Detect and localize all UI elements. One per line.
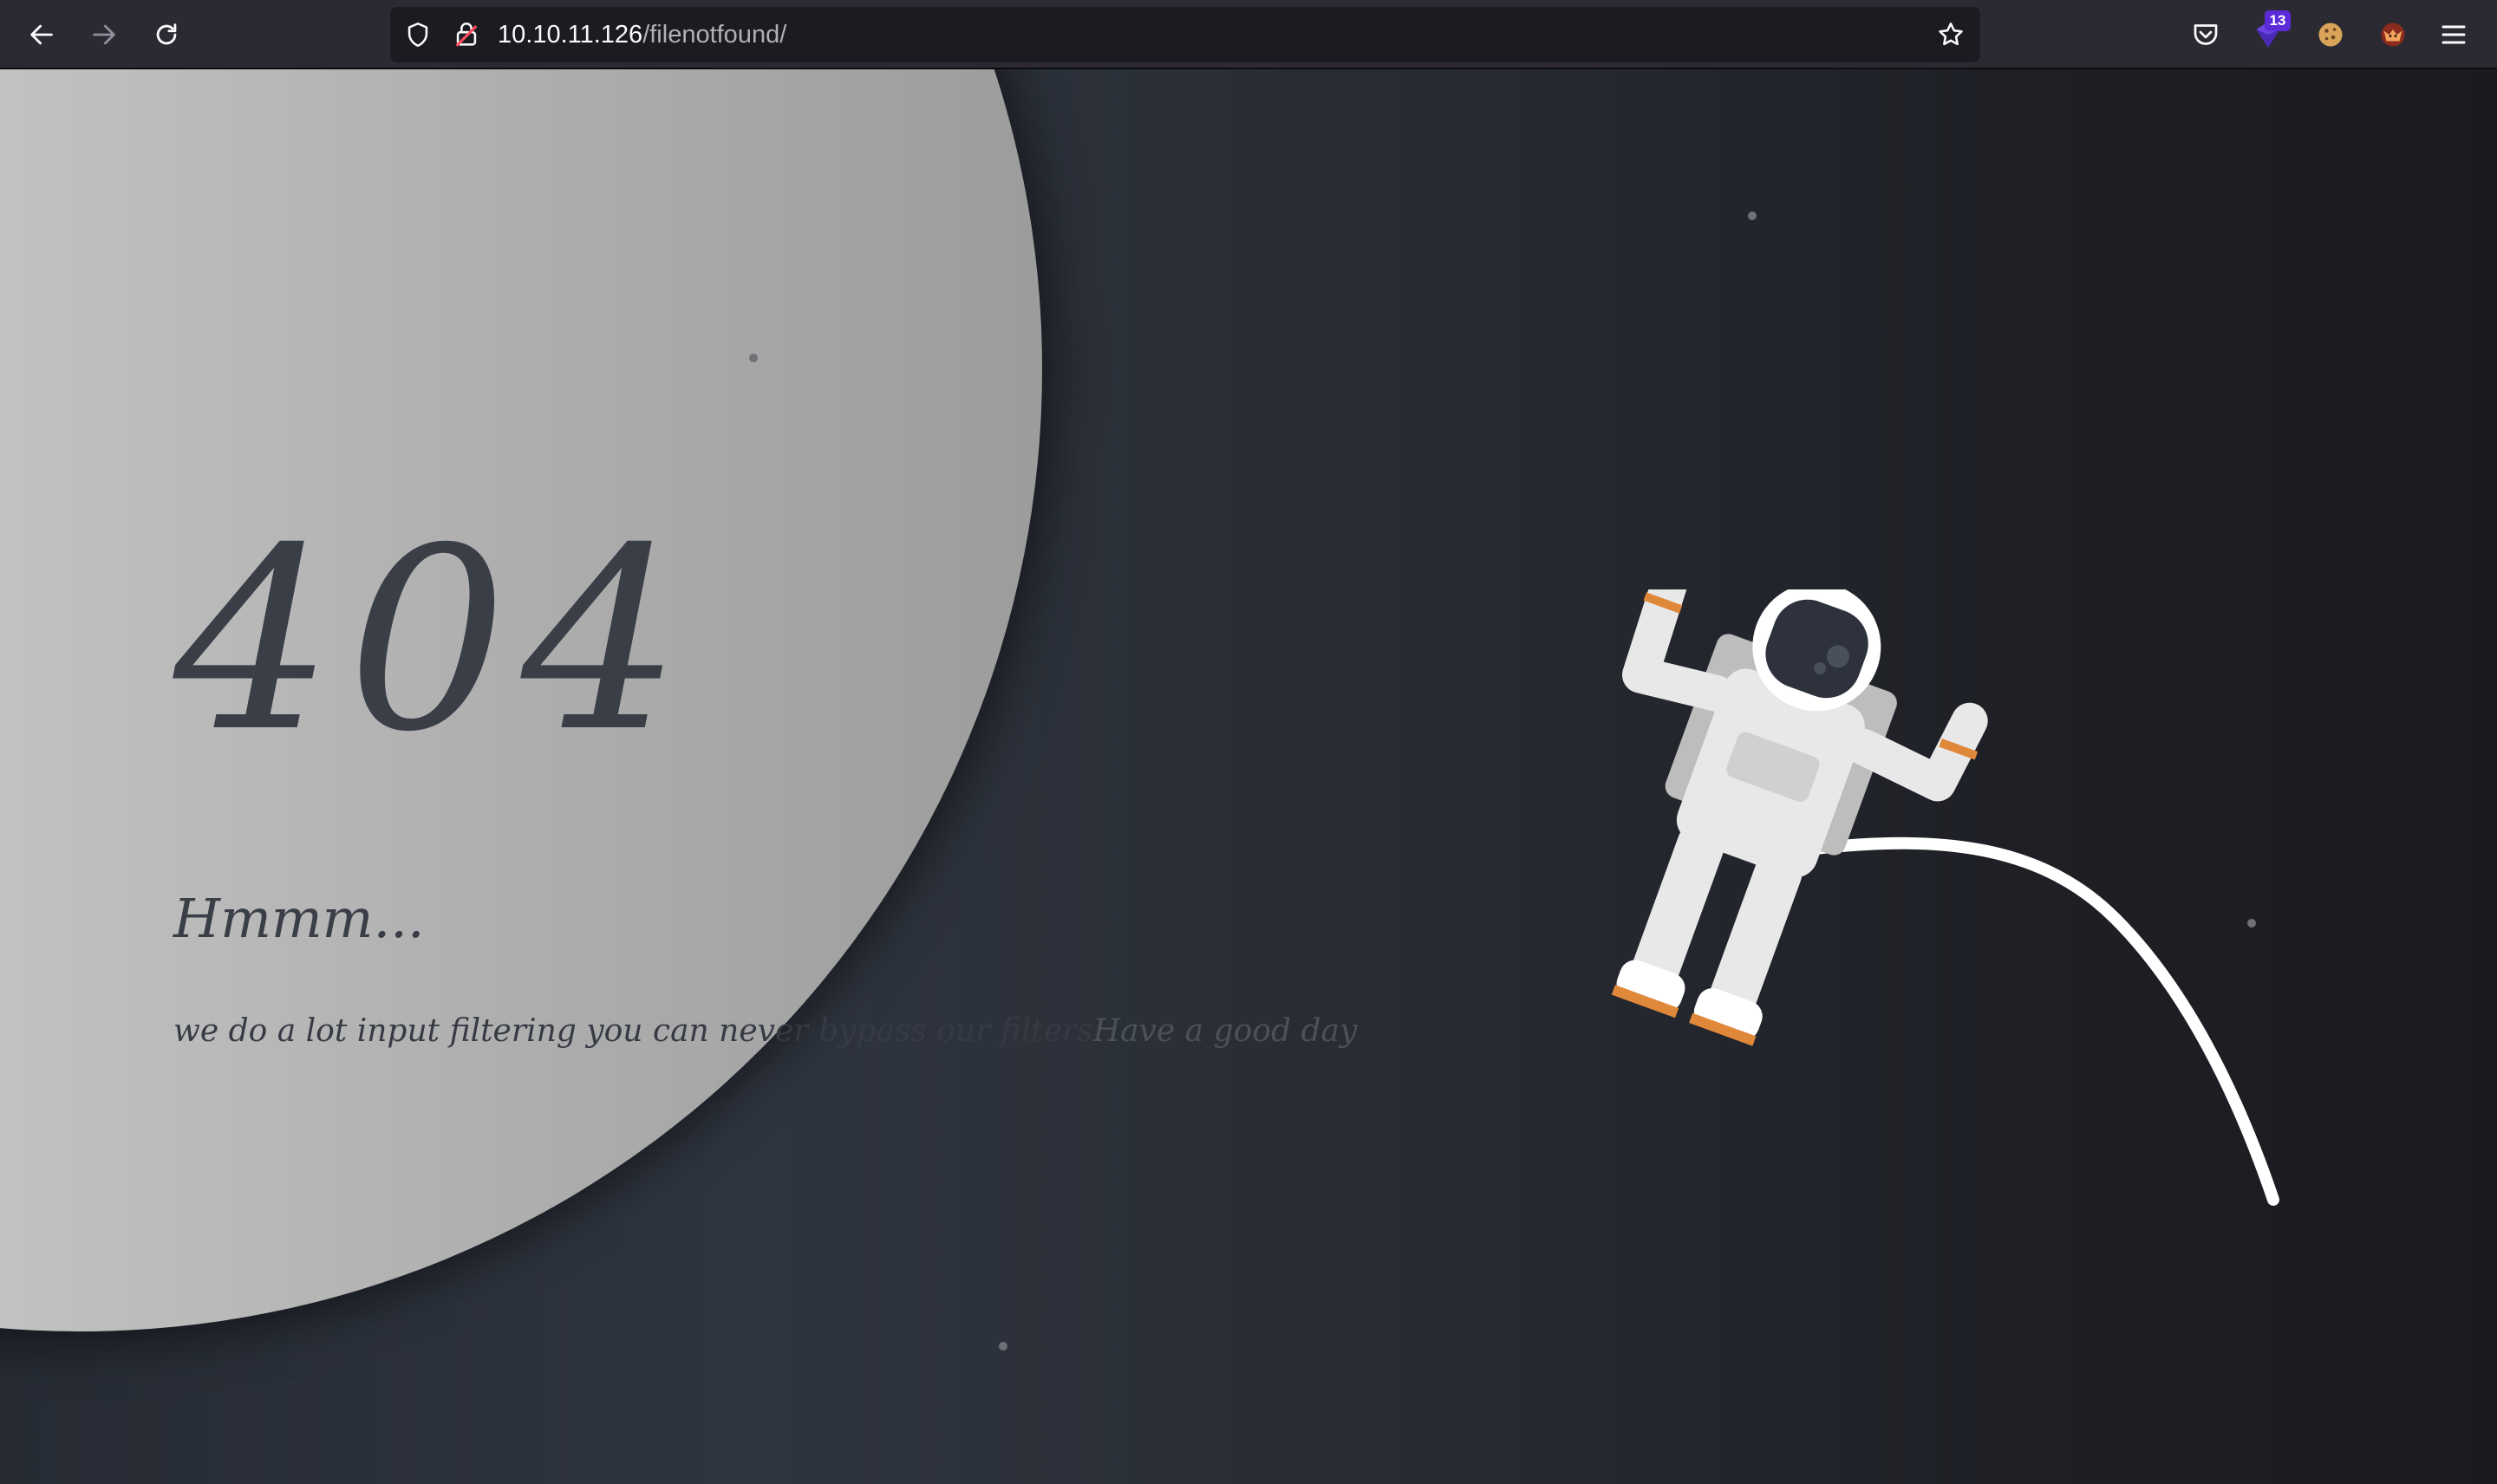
insecure-lock-icon[interactable] [451, 19, 482, 50]
pocket-icon[interactable] [2187, 16, 2225, 54]
error-message: we do a lot input filtering you can neve… [173, 1006, 1357, 1058]
browser-toolbar: 10.10.11.126/filenotfound/ 13 [0, 0, 2497, 69]
star-dot [1748, 212, 1757, 220]
error-message-text: we do a lot input filtering you can neve… [173, 1013, 1093, 1049]
error-page: 404 Hmmm... we do a lot input filtering … [0, 69, 2497, 1484]
url-bar[interactable]: 10.10.11.126/filenotfound/ [390, 7, 1980, 62]
arrow-left-icon [30, 24, 53, 45]
url-path: /filenotfound/ [642, 21, 787, 49]
arrow-right-icon [93, 24, 115, 45]
hamburger-menu-icon[interactable] [2435, 16, 2473, 54]
astronaut-illustration [1611, 589, 2279, 1206]
reload-button[interactable] [146, 14, 187, 55]
error-heading: Hmmm... [173, 887, 425, 950]
star-dot [999, 1342, 1007, 1351]
url-text[interactable]: 10.10.11.126/filenotfound/ [498, 19, 786, 50]
reload-icon [156, 23, 177, 45]
url-host: 10.10.11.126 [498, 21, 643, 49]
forward-button[interactable] [83, 14, 125, 55]
error-code: 404 [173, 495, 695, 787]
star-icon[interactable] [1935, 19, 1966, 50]
extension-badge: 13 [2265, 10, 2291, 31]
error-message-suffix: Have a good day [1092, 1013, 1358, 1049]
back-button[interactable] [21, 14, 62, 55]
cookie-icon[interactable] [2311, 16, 2350, 54]
fox-extension-icon[interactable] [2374, 16, 2412, 54]
star-dot [749, 354, 758, 362]
shield-icon[interactable] [402, 19, 434, 50]
